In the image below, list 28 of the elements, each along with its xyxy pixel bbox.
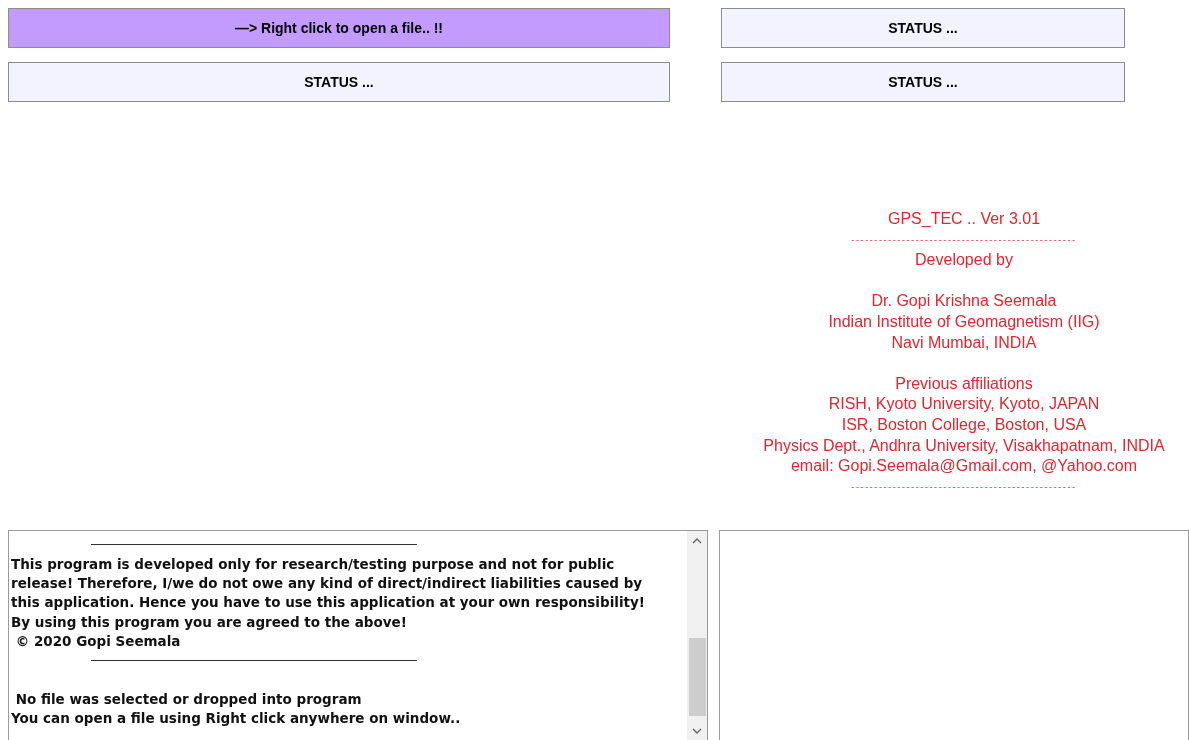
log-text: this application. Hence you have to use this application at your own responsibility! — [11, 594, 645, 611]
status-button[interactable]: STATUS ... — [8, 62, 670, 102]
log-text: © 2020 Gopi Seemala — [14, 632, 181, 649]
log-text: This program is developed only for research/testing purpose and not for public — [11, 555, 615, 572]
credit-text: Previous affiliations — [895, 374, 1033, 392]
scrollbar-thumb[interactable] — [688, 638, 706, 717]
status-button[interactable]: STATUS ... — [721, 62, 1125, 102]
dashed-separator: ------------------------------------------------- — [851, 234, 1077, 245]
credit-text: GPS_TEC .. Ver 3.01 — [887, 210, 1041, 227]
log-text: No file was selected or dropped into program — [14, 690, 362, 707]
scrollbar[interactable] — [687, 531, 707, 740]
credit-text: Indian Institute of Geomagnetism (IIG) — [828, 312, 1100, 330]
credit-text: ISR, Boston College, Boston, USA — [841, 415, 1087, 433]
credit-text: Navi Mumbai, INDIA — [891, 333, 1037, 351]
log-text-box[interactable] — [8, 530, 708, 740]
dashed-separator: ------------------------------------------------- — [851, 481, 1077, 492]
credit-text: Developed by — [915, 251, 1013, 269]
credit-text: email: Gopi.Seemala@Gmail.com, @Yahoo.com — [790, 457, 1138, 475]
open-file-button[interactable]: —> Right click to open a file.. !! — [8, 8, 670, 48]
credit-text: Physics Dept., Andhra University, Visakhapatnam, INDIA — [763, 436, 1165, 454]
credit-text: RISH, Kyoto University, Kyoto, JAPAN — [828, 395, 1100, 413]
log-text: release! Therefore, I/we do not owe any kind of direct/indirect liabilities caused by — [11, 574, 643, 591]
log-text: You can open a file using Right click anywhere on window.. — [11, 710, 461, 726]
credit-text: Dr. Gopi Krishna Seemala — [871, 292, 1057, 310]
scroll-up-icon[interactable] — [692, 538, 702, 545]
status-button[interactable]: STATUS ... — [721, 8, 1125, 48]
scroll-down-icon[interactable] — [692, 728, 702, 735]
log-text: By using this program you are agreed to the above! — [11, 613, 407, 630]
